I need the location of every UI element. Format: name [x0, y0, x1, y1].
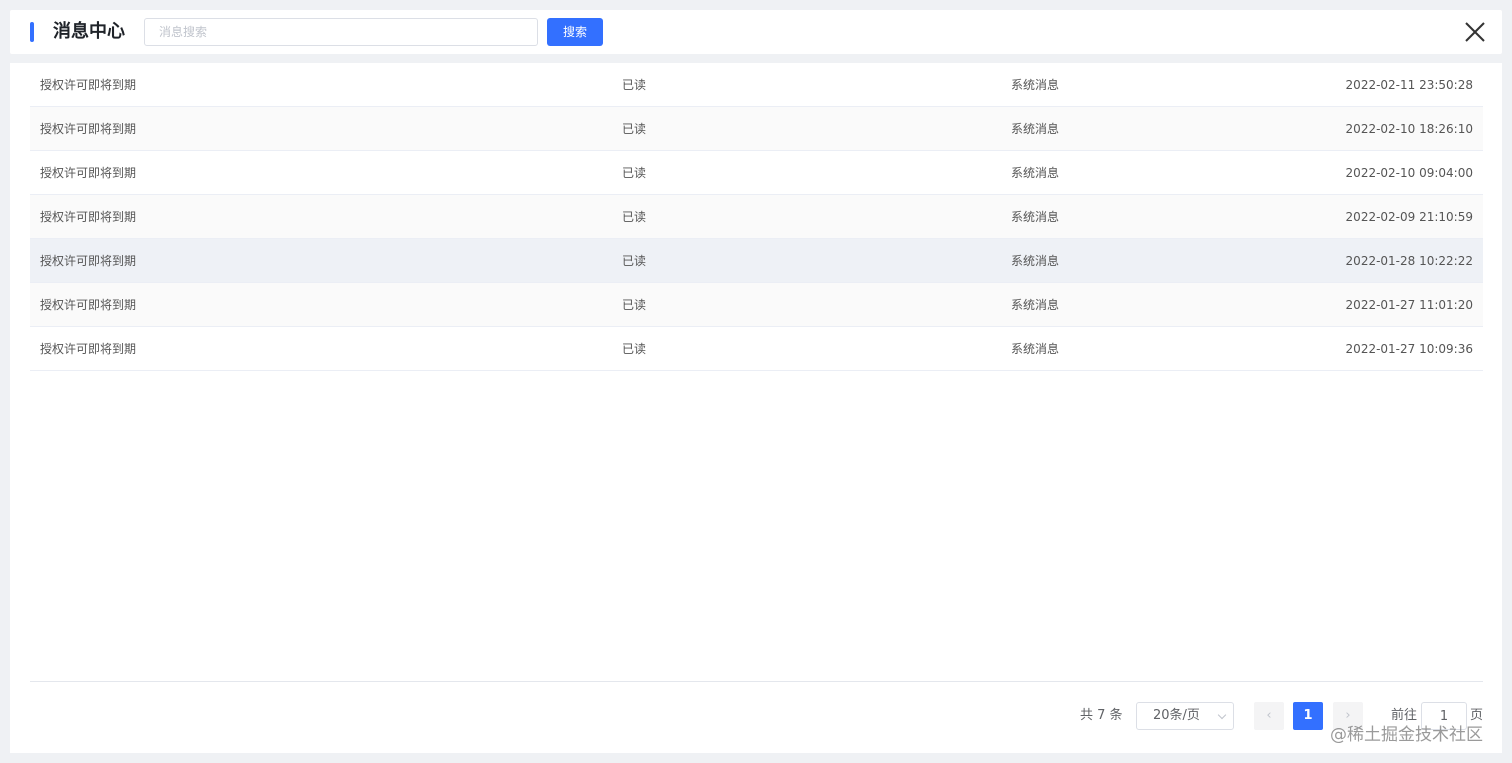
- table-row[interactable]: 授权许可即将到期 已读 系统消息 2022-01-28 10:22:22: [30, 239, 1483, 283]
- message-time: 2022-01-27 11:01:20: [1345, 298, 1473, 312]
- table-row[interactable]: 授权许可即将到期 已读 系统消息 2022-01-27 10:09:36: [30, 327, 1483, 371]
- search-button[interactable]: 搜索: [547, 18, 603, 46]
- close-icon[interactable]: [1463, 20, 1487, 44]
- message-type: 系统消息: [1011, 122, 1060, 136]
- pagination-total: 共 7 条: [1080, 708, 1123, 723]
- header-bar: 消息中心 搜索: [10, 10, 1502, 54]
- table-row[interactable]: 授权许可即将到期 已读 系统消息 2022-02-10 09:04:00: [30, 151, 1483, 195]
- message-title[interactable]: 授权许可即将到期: [40, 327, 136, 371]
- message-time: 2022-02-10 18:26:10: [1345, 122, 1473, 136]
- message-type: 系统消息: [1011, 210, 1060, 224]
- title-accent-bar: [30, 22, 34, 42]
- prev-page-button[interactable]: ‹: [1254, 702, 1284, 730]
- watermark: @稀土掘金技术社区: [1330, 725, 1483, 745]
- message-type: 系统消息: [1011, 78, 1060, 92]
- message-panel: 授权许可即将到期 已读 系统消息 2022-02-11 23:50:28 授权许…: [10, 63, 1502, 753]
- page-size-value: 20条/页: [1153, 708, 1200, 723]
- message-status: 已读: [622, 122, 647, 136]
- message-time: 2022-02-11 23:50:28: [1345, 78, 1473, 92]
- page-number-current[interactable]: 1: [1293, 702, 1323, 730]
- message-status: 已读: [622, 342, 647, 356]
- footer-divider: [30, 681, 1483, 682]
- message-type: 系统消息: [1011, 254, 1060, 268]
- message-type: 系统消息: [1011, 166, 1060, 180]
- search-input[interactable]: [144, 18, 538, 46]
- message-status: 已读: [622, 298, 647, 312]
- message-type: 系统消息: [1011, 342, 1060, 356]
- table-row[interactable]: 授权许可即将到期 已读 系统消息 2022-02-10 18:26:10: [30, 107, 1483, 151]
- message-status: 已读: [622, 166, 647, 180]
- message-status: 已读: [622, 78, 647, 92]
- message-status: 已读: [622, 254, 647, 268]
- message-title[interactable]: 授权许可即将到期: [40, 195, 136, 239]
- page-title: 消息中心: [53, 21, 125, 42]
- message-table: 授权许可即将到期 已读 系统消息 2022-02-11 23:50:28 授权许…: [30, 63, 1483, 371]
- message-time: 2022-01-28 10:22:22: [1345, 254, 1473, 268]
- table-row[interactable]: 授权许可即将到期 已读 系统消息 2022-02-09 21:10:59: [30, 195, 1483, 239]
- chevron-left-icon: ‹: [1266, 708, 1272, 723]
- message-title[interactable]: 授权许可即将到期: [40, 151, 136, 195]
- message-status: 已读: [622, 210, 647, 224]
- page-size-select[interactable]: 20条/页: [1136, 702, 1234, 730]
- message-title[interactable]: 授权许可即将到期: [40, 63, 136, 107]
- message-time: 2022-02-09 21:10:59: [1345, 210, 1473, 224]
- message-type: 系统消息: [1011, 298, 1060, 312]
- message-title[interactable]: 授权许可即将到期: [40, 239, 136, 283]
- message-title[interactable]: 授权许可即将到期: [40, 283, 136, 327]
- table-row[interactable]: 授权许可即将到期 已读 系统消息 2022-01-27 11:01:20: [30, 283, 1483, 327]
- message-time: 2022-02-10 09:04:00: [1345, 166, 1473, 180]
- message-time: 2022-01-27 10:09:36: [1345, 342, 1473, 356]
- table-row[interactable]: 授权许可即将到期 已读 系统消息 2022-02-11 23:50:28: [30, 63, 1483, 107]
- chevron-down-icon: [1217, 710, 1227, 720]
- message-title[interactable]: 授权许可即将到期: [40, 107, 136, 151]
